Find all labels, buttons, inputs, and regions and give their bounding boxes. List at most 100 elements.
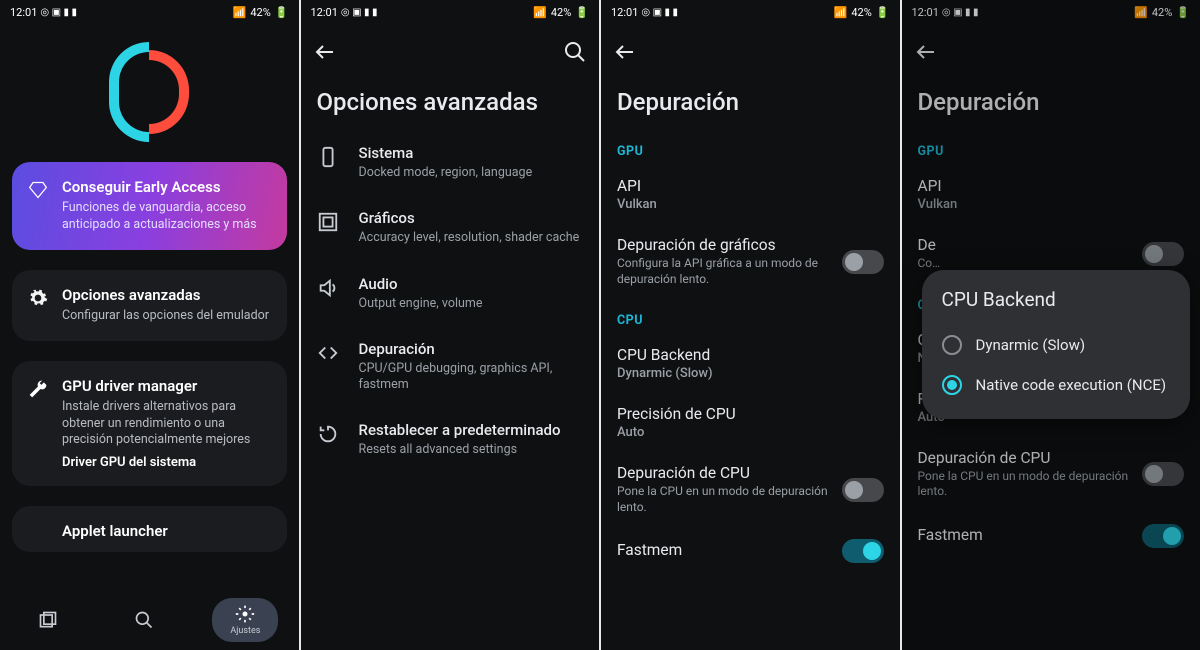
gpu-title: GPU driver manager [62,377,271,395]
row-sub: Accuracy level, resolution, shader cache [359,230,584,246]
radio-dynarmic[interactable]: Dynarmic (Slow) [936,325,1177,365]
back-icon[interactable] [613,40,637,64]
pref-sub: Configura la API gráfica a un modo de de… [617,256,842,287]
signal-icon: 📶 [834,6,848,19]
pref-cpu-precision[interactable]: Precisión de CPU Auto [601,393,900,452]
card-early-access[interactable]: Conseguir Early Access Funciones de vang… [12,162,287,250]
pref-cpu-debug[interactable]: Depuración de CPU Pone la CPU en un modo … [601,452,900,527]
screen-home: 12:01◎ ▣ ▮ ▮ 📶42%🔋 Conseguir Early Acces… [0,0,299,650]
row-reset[interactable]: Restablecer a predeterminado Resets all a… [301,407,600,472]
pref-title: Depuración de gráficos [617,236,842,254]
pref-fastmem[interactable]: Fastmem [601,527,900,575]
card-advanced-options[interactable]: Opciones avanzadas Configurar las opcion… [12,270,287,341]
pref-title: Fastmem [617,541,842,559]
row-audio[interactable]: Audio Output engine, volume [301,261,600,326]
search-icon[interactable] [563,40,587,64]
card-applet-launcher[interactable]: Applet launcher [12,506,287,552]
ea-title: Conseguir Early Access [62,178,271,196]
applet-title: Applet launcher [62,522,271,540]
pref-title: CPU Backend [617,346,884,364]
screen-advanced-options: 12:01◎ ▣ ▮ ▮ 📶42%🔋 Opciones avanzadas Si… [301,0,600,650]
status-bar: 12:01◎ ▣ ▮ ▮ 📶42%🔋 [0,0,299,24]
phone-icon [317,146,339,168]
toggle-switch[interactable] [842,539,884,563]
row-sub: Output engine, volume [359,296,584,312]
dialog-title: CPU Backend [936,288,1177,311]
app-bar [301,24,600,80]
row-graficos[interactable]: Gráficos Accuracy level, resolution, shad… [301,195,600,260]
screen-debug: 12:01◎ ▣ ▮ ▮ 📶42% 🔋 Depuración GPU API Vul… [601,0,900,650]
card-gpu-driver[interactable]: GPU driver manager Instale drivers alter… [12,361,287,487]
nav-settings[interactable]: Ajustes [212,598,278,642]
status-bar: 12:01◎ ▣ ▮ ▮ 📶 42% 🔋 [301,0,600,24]
gpu-strong: Driver GPU del sistema [62,455,271,470]
grid-icon [38,610,58,630]
signal-icon: 📶 [533,6,547,19]
diamond-icon [28,180,48,200]
frame-icon [317,211,339,233]
pref-title: API [617,177,884,195]
row-depuracion[interactable]: Depuración CPU/GPU debugging, graphics AP… [301,326,600,408]
back-icon[interactable] [313,40,337,64]
section-header-cpu: CPU [601,299,900,334]
wrench-icon [28,379,48,399]
gear-icon [28,288,48,308]
pref-sub: Pone la CPU en un modo de depuración len… [617,484,842,515]
pref-title: Depuración de CPU [617,464,842,482]
row-sub: CPU/GPU debugging, graphics API, fastmem [359,361,584,394]
status-indicators: ◎ ▣ ▮ ▮ [40,7,77,18]
app-logo [0,24,299,152]
row-title: Audio [359,275,584,293]
nav-settings-label: Ajustes [230,626,260,636]
radio-nce[interactable]: Native code execution (NCE) [936,365,1177,405]
speaker-icon [317,277,339,299]
clock-text: 12:01 [311,6,338,19]
battery-text: 42% [851,6,871,19]
gear-icon [235,604,255,624]
clock-text: 12:01 [611,6,638,19]
signal-icon: 📶 [233,6,247,19]
row-sistema[interactable]: Sistema Docked mode, region, language [301,130,600,195]
row-sub: Resets all advanced settings [359,442,584,458]
row-sub: Docked mode, region, language [359,165,584,181]
nav-library[interactable] [20,604,76,636]
toggle-switch[interactable] [842,478,884,502]
row-title: Depuración [359,340,584,358]
adv-sub: Configurar las opciones del emulador [62,308,271,325]
radio-icon [942,335,962,355]
page-title: Depuración [601,80,900,130]
pref-value: Auto [617,425,884,440]
status-bar: 12:01◎ ▣ ▮ ▮ 📶42% 🔋 [601,0,900,24]
row-title: Sistema [359,144,584,162]
battery-text: 42% [250,6,270,19]
ea-sub: Funciones de vanguardia, acceso anticipa… [62,200,271,234]
pref-value: Vulkan [617,197,884,212]
pref-title: Precisión de CPU [617,405,884,423]
restore-icon [317,423,339,445]
pref-api[interactable]: API Vulkan [601,165,900,224]
section-header-gpu: GPU [601,130,900,165]
pref-graphics-debug[interactable]: Depuración de gráficos Configura la API g… [601,224,900,299]
radio-icon [942,375,962,395]
radio-label: Native code execution (NCE) [976,376,1167,394]
adv-title: Opciones avanzadas [62,286,271,304]
pref-value: Dynarmic (Slow) [617,366,884,381]
row-title: Gráficos [359,209,584,227]
app-bar [601,24,900,80]
dialog-cpu-backend: CPU Backend Dynarmic (Slow) Native code … [922,270,1191,419]
battery-text: 42% [551,6,571,19]
radio-label: Dynarmic (Slow) [976,336,1086,354]
pref-cpu-backend[interactable]: CPU Backend Dynarmic (Slow) [601,334,900,393]
battery-icon: 🔋 [575,6,589,19]
bottom-nav: Ajustes [0,594,299,650]
battery-icon: 🔋 [275,6,289,19]
status-indicators: ◎ ▣ ▮ ▮ [641,7,678,18]
row-title: Restablecer a predeterminado [359,421,584,439]
code-icon [317,342,339,364]
search-icon [134,610,154,630]
toggle-switch[interactable] [842,250,884,274]
nav-search[interactable] [116,604,172,636]
battery-icon: 🔋 [876,6,890,19]
screen-debug-dialog: 12:01◎ ▣ ▮ ▮ 📶42%🔋 Depuración GPU APIVul… [902,0,1200,650]
status-indicators: ◎ ▣ ▮ ▮ [341,7,378,18]
